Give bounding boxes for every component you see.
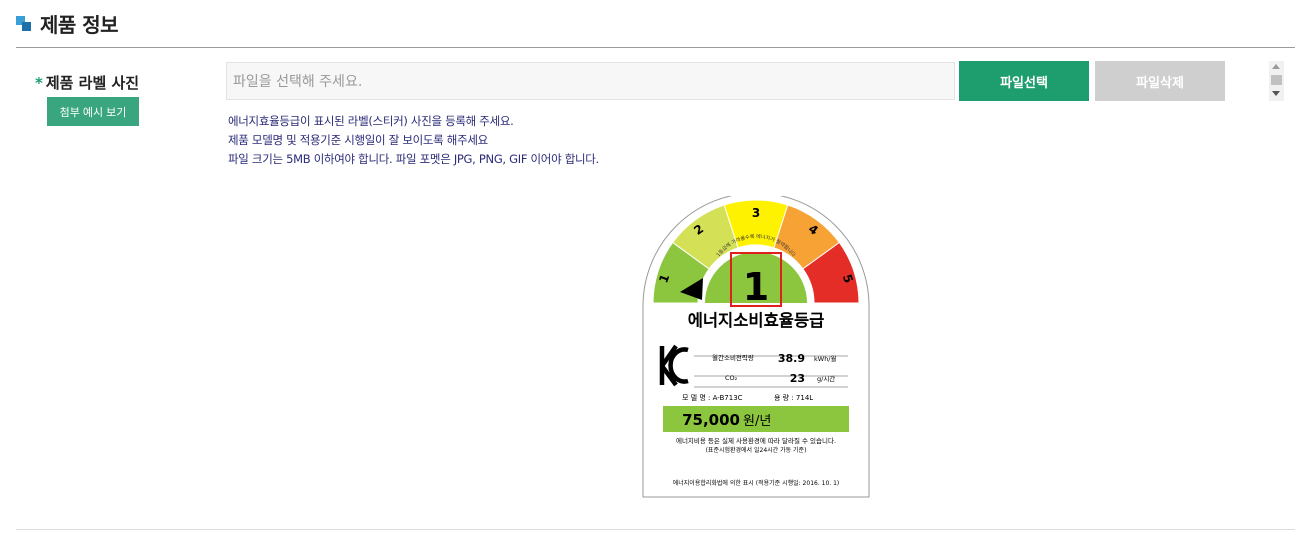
help-line: 제품 모델명 및 적용기준 시행일이 잘 보이도록 해주세요 — [228, 133, 488, 147]
row-label: 월간소비전력량 — [712, 353, 754, 362]
help-line: 에너지효율등급이 표시된 라벨(스티커) 사진을 등록해 주세요. — [228, 114, 514, 128]
energy-label-example-image: 1 2 3 4 5 1등급에 가까울수록 에너지가 절약됩니다 1 에너지소비효… — [642, 192, 870, 498]
energy-label-title: 에너지소비효율등급 — [688, 311, 825, 330]
annual-cost: 75,000 — [682, 411, 740, 429]
annual-cost-unit: 원/년 — [743, 414, 771, 429]
section-bullet-icon — [16, 15, 32, 32]
section-divider — [16, 47, 1295, 48]
delete-file-button[interactable]: 파일삭제 — [1095, 61, 1225, 101]
row-unit: kWh/월 — [814, 354, 837, 363]
big-grade-number: 1 — [743, 265, 769, 309]
help-line: 파일 크기는 5MB 이하여야 합니다. 파일 포멧은 JPG, PNG, GI… — [228, 152, 599, 166]
row-value: 38.9 — [778, 352, 805, 365]
required-mark: * — [35, 74, 43, 92]
capacity: 용 량 : 714L — [774, 394, 813, 402]
section-title: 제품 정보 — [40, 13, 119, 37]
section-bottom-divider — [16, 529, 1295, 530]
scrollbar[interactable] — [1269, 61, 1284, 101]
select-file-button[interactable]: 파일선택 — [959, 61, 1089, 101]
cost-subnote: (표준시험환경에서 일24시간 가동 기준) — [706, 446, 807, 454]
row-label: CO₂ — [725, 374, 738, 382]
model-name: 모 델 명 : A-B713C — [682, 393, 743, 402]
section-header: 제품 정보 — [16, 9, 119, 38]
row-value: 23 — [790, 372, 805, 385]
scroll-up-arrow-icon[interactable] — [1272, 64, 1280, 69]
cost-note: 에너지비용 등은 실제 사용환경에 따라 달라질 수 있습니다. — [676, 436, 836, 445]
grade-number-3: 3 — [752, 206, 760, 220]
field-label: * 제품 라벨 사진 — [35, 72, 139, 93]
scroll-thumb[interactable] — [1271, 75, 1282, 85]
help-text: 에너지효율등급이 표시된 라벨(스티커) 사진을 등록해 주세요. 제품 모델명… — [228, 112, 599, 169]
view-example-button[interactable]: 첨부 예시 보기 — [47, 97, 139, 126]
row-unit: g/시간 — [817, 374, 835, 383]
scroll-down-arrow-icon[interactable] — [1272, 91, 1280, 96]
label-footer: 에너지이용합리화법에 의한 표시 (적용기준 시행일: 2016. 10. 1) — [673, 479, 840, 487]
field-label-text: 제품 라벨 사진 — [45, 74, 140, 92]
file-name-input[interactable]: 파일을 선택해 주세요. — [226, 62, 955, 100]
